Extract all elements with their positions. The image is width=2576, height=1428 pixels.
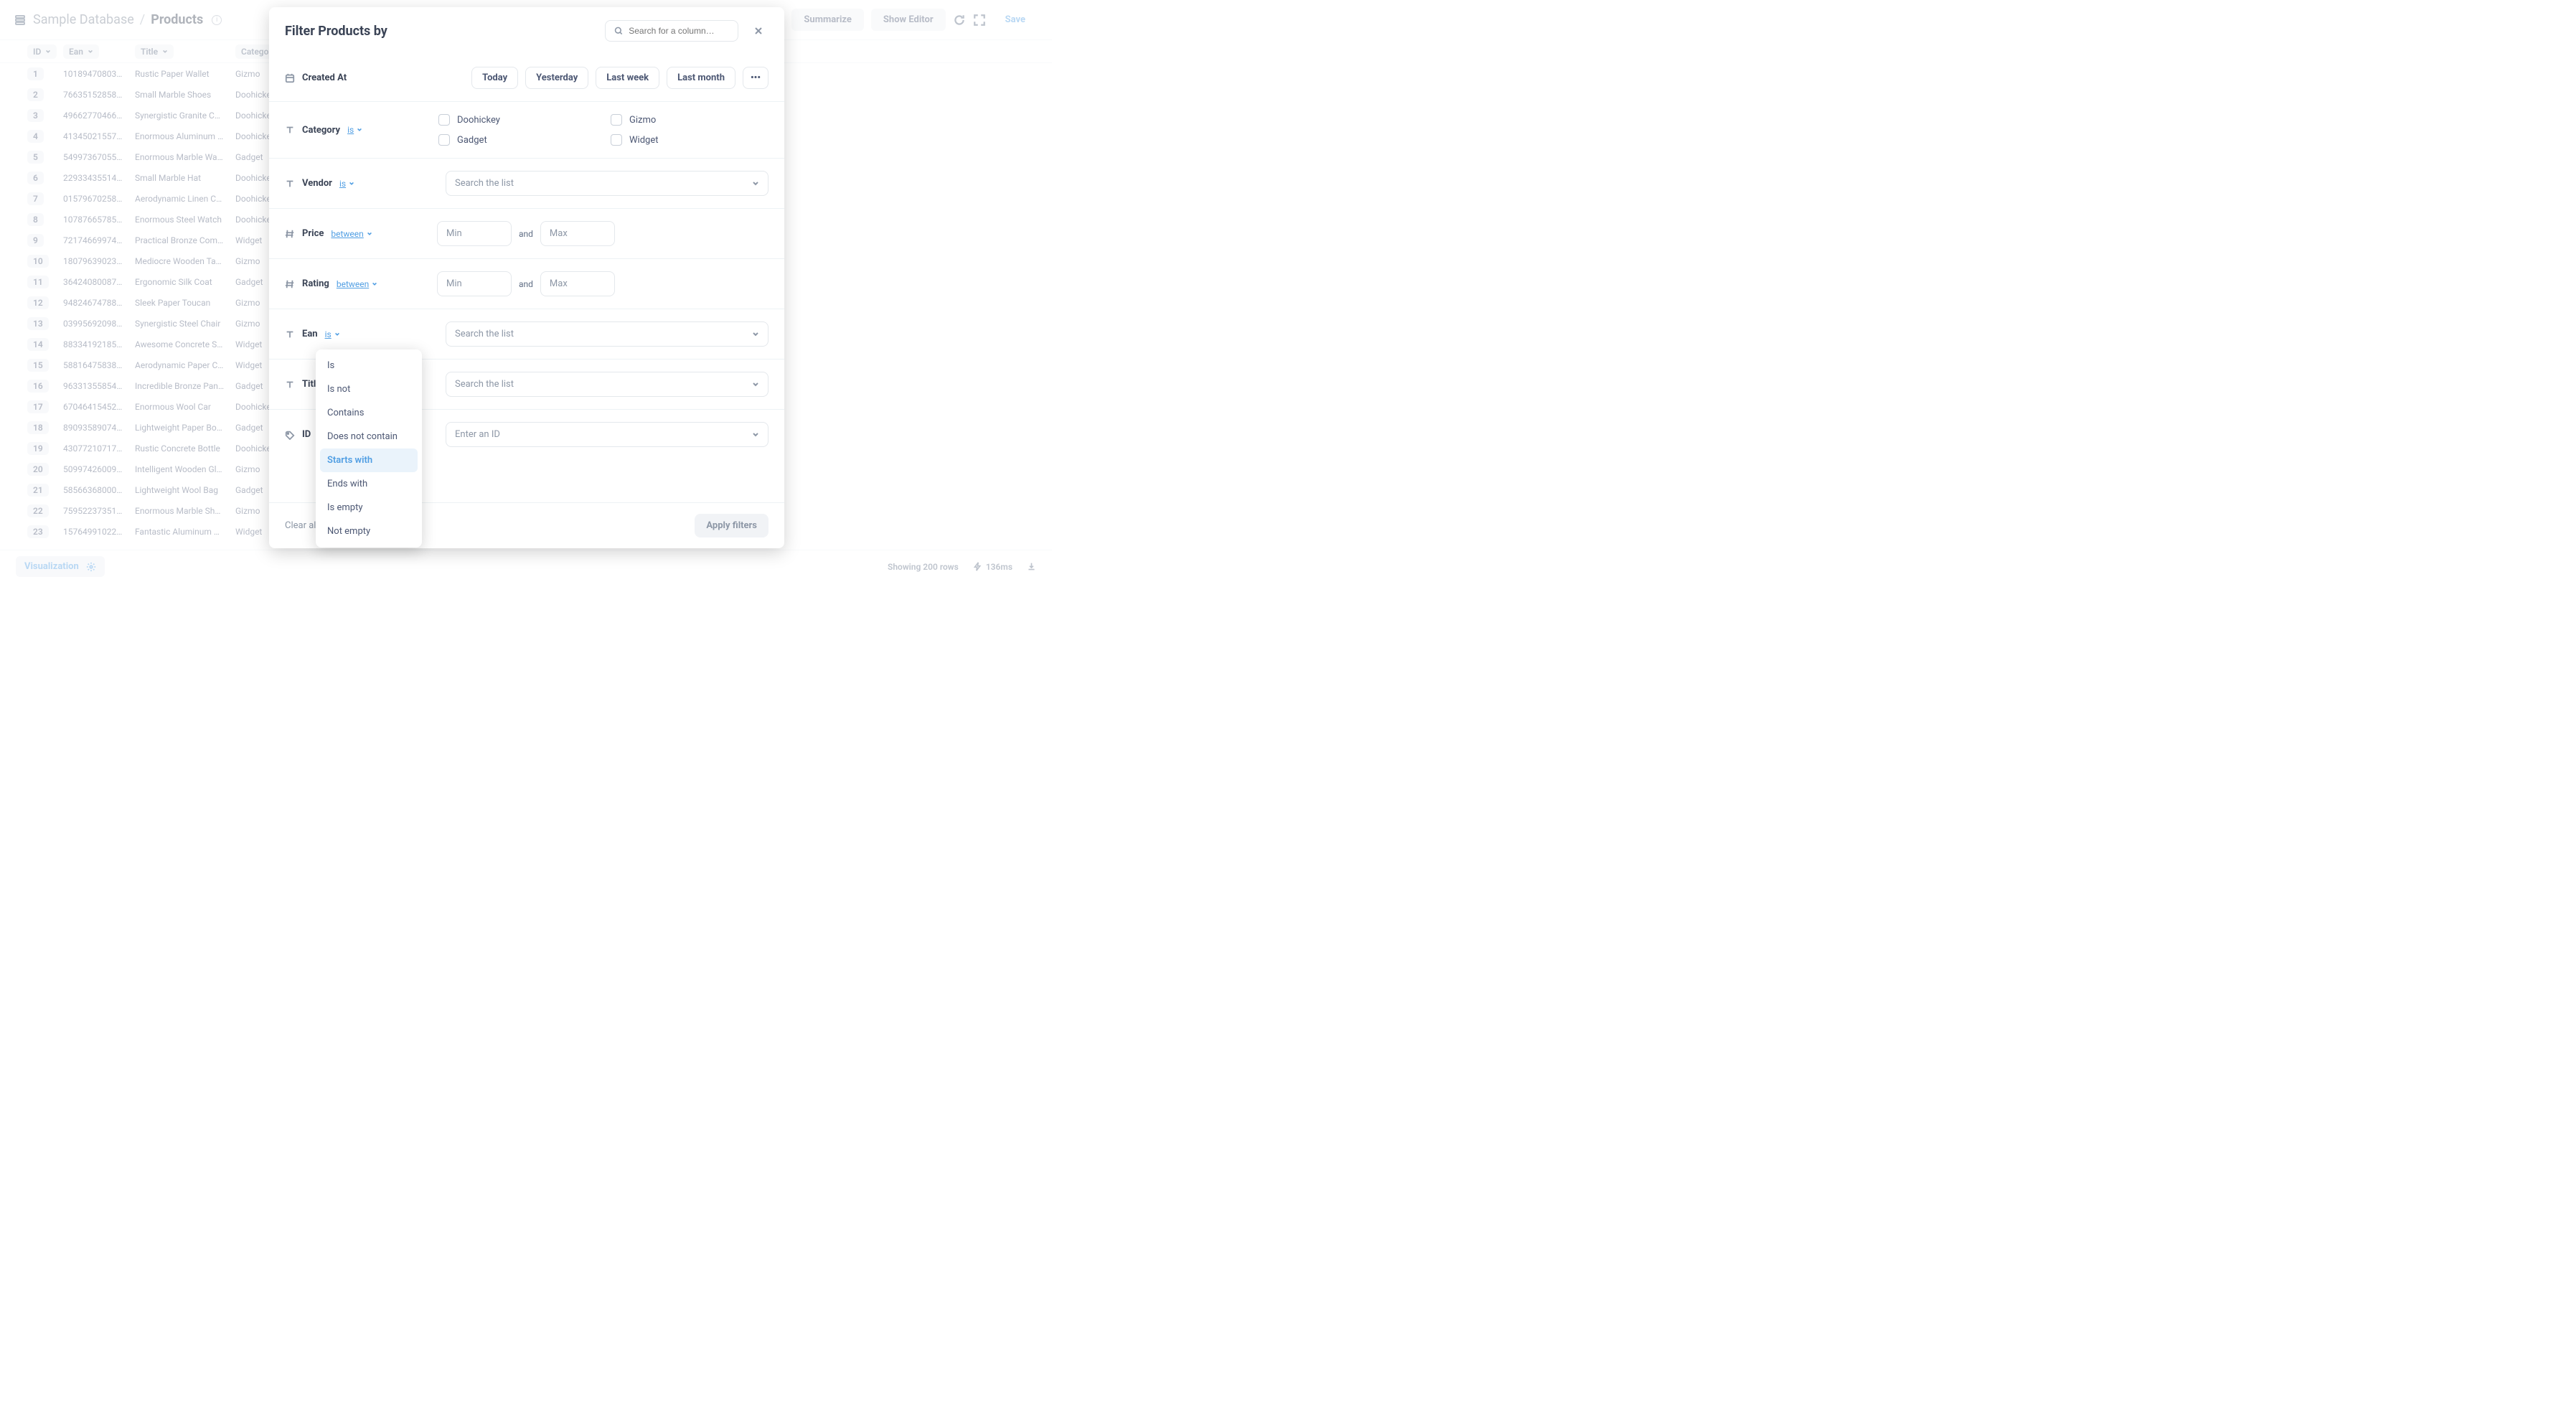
check-doohickey[interactable]: Doohickey <box>438 114 596 126</box>
rating-max[interactable]: Max <box>540 271 615 296</box>
download-icon[interactable] <box>1027 562 1036 571</box>
op-ean[interactable]: is <box>325 329 340 339</box>
check-widget[interactable]: Widget <box>611 134 768 146</box>
chevron-down-icon <box>88 49 93 55</box>
op-vendor[interactable]: is <box>339 179 354 189</box>
tag-icon <box>285 430 295 440</box>
gear-icon[interactable] <box>86 562 96 572</box>
info-icon[interactable]: i <box>212 15 222 25</box>
and-label: and <box>519 279 533 289</box>
rating-min[interactable]: Min <box>437 271 512 296</box>
title-select[interactable]: Search the list <box>446 372 768 397</box>
column-search[interactable] <box>605 20 738 42</box>
dropdown-item[interactable]: Ends with <box>320 472 418 496</box>
summarize-button[interactable]: Summarize <box>791 9 864 31</box>
chip-yesterday[interactable]: Yesterday <box>525 67 588 89</box>
breadcrumb[interactable]: Sample Database / Products i <box>33 12 222 27</box>
chip-today[interactable]: Today <box>471 67 518 89</box>
field-category: Category <box>302 125 340 136</box>
col-header-ean[interactable]: Ean <box>63 44 99 59</box>
show-editor-button[interactable]: Show Editor <box>871 9 946 31</box>
field-id: ID <box>302 429 311 440</box>
op-price[interactable]: between <box>331 229 372 239</box>
op-category[interactable]: is <box>347 125 362 135</box>
row-count: Showing 200 rows <box>888 562 959 572</box>
chevron-down-icon <box>45 49 51 55</box>
check-gadget[interactable]: Gadget <box>438 134 596 146</box>
vendor-select[interactable]: Search the list <box>446 171 768 196</box>
chevron-down-icon <box>752 431 759 438</box>
col-header-id[interactable]: ID <box>27 44 57 59</box>
chip-last-month[interactable]: Last month <box>667 67 735 89</box>
chevron-down-icon <box>357 127 362 133</box>
dropdown-item[interactable]: Contains <box>320 401 418 425</box>
text-icon <box>285 125 295 135</box>
visualization-button[interactable]: Visualization <box>16 556 105 577</box>
breadcrumb-table[interactable]: Products <box>151 12 203 27</box>
col-header-title[interactable]: Title <box>135 44 174 59</box>
close-icon[interactable] <box>748 21 768 41</box>
chevron-down-icon <box>162 49 168 55</box>
chevron-down-icon <box>752 381 759 388</box>
search-icon <box>614 26 623 36</box>
field-rating: Rating <box>302 278 329 289</box>
check-gizmo[interactable]: Gizmo <box>611 114 768 126</box>
column-search-input[interactable] <box>629 26 729 36</box>
price-max[interactable]: Max <box>540 221 615 246</box>
field-created-at: Created At <box>302 72 347 83</box>
chip-last-week[interactable]: Last week <box>596 67 659 89</box>
text-icon <box>285 179 295 189</box>
op-rating[interactable]: between <box>337 279 377 289</box>
chevron-down-icon <box>752 180 759 187</box>
chevron-down-icon <box>752 331 759 338</box>
chevron-down-icon <box>349 181 354 187</box>
chevron-down-icon <box>334 332 340 337</box>
apply-filters-button[interactable]: Apply filters <box>695 514 768 537</box>
number-icon <box>285 279 295 289</box>
number-icon <box>285 229 295 239</box>
bolt-icon <box>973 562 982 571</box>
fullscreen-icon[interactable] <box>973 14 986 27</box>
text-icon <box>285 380 295 390</box>
text-icon <box>285 329 295 339</box>
dropdown-item[interactable]: Is <box>320 354 418 377</box>
field-vendor: Vendor <box>302 178 332 189</box>
ean-select[interactable]: Search the list <box>446 321 768 347</box>
refresh-icon[interactable] <box>953 14 966 27</box>
dropdown-item[interactable]: Starts with <box>320 448 418 472</box>
query-time: 136ms <box>973 562 1012 572</box>
calendar-icon <box>285 73 295 83</box>
database-icon <box>14 14 26 26</box>
dropdown-item[interactable]: Not empty <box>320 520 418 543</box>
dropdown-item[interactable]: Does not contain <box>320 425 418 448</box>
dropdown-item[interactable]: Is empty <box>320 496 418 520</box>
chevron-down-icon <box>367 231 372 237</box>
chevron-down-icon <box>372 281 377 287</box>
price-min[interactable]: Min <box>437 221 512 246</box>
chip-more[interactable]: ••• <box>743 67 768 89</box>
modal-title: Filter Products by <box>285 24 387 39</box>
operator-dropdown: IsIs notContainsDoes not containStarts w… <box>316 349 422 548</box>
save-button[interactable]: Save <box>993 9 1038 31</box>
field-price: Price <box>302 228 324 239</box>
id-select[interactable]: Enter an ID <box>446 422 768 447</box>
breadcrumb-db[interactable]: Sample Database <box>33 12 134 27</box>
breadcrumb-sep: / <box>140 12 145 27</box>
field-ean: Ean <box>302 329 318 339</box>
and-label: and <box>519 229 533 239</box>
dropdown-item[interactable]: Is not <box>320 377 418 401</box>
